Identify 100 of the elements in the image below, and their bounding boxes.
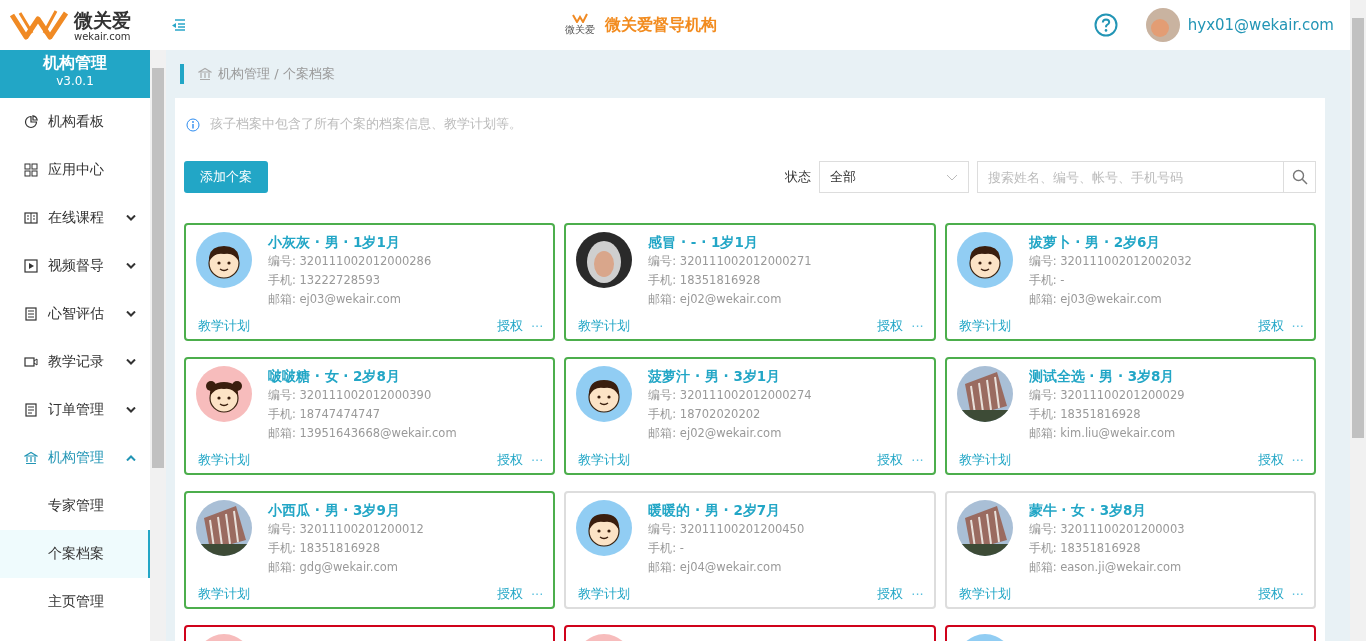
case-id: 编号: 320111002012000274 — [648, 387, 812, 404]
sidebar-item[interactable]: 机构看板 — [0, 98, 150, 146]
add-case-button[interactable]: 添加个案 — [184, 161, 268, 193]
case-title: 小西瓜 · 男 · 3岁9月 — [268, 501, 401, 520]
authorize-link[interactable]: 授权 — [1257, 317, 1284, 335]
menu-icon — [170, 18, 186, 32]
case-phone: 手机: 18702020202 — [648, 406, 762, 423]
teaching-plan-link[interactable]: 教学计划 — [198, 317, 250, 335]
case-card[interactable]: 小灰灰 · 男 · 1岁1月 编号: 320111002012000286 手机: 13222728593 邮箱: ej03@wekair.com 教学计划 授权 ··· — [184, 223, 556, 341]
breadcrumb: 机构管理 / 个案档案 — [218, 65, 335, 83]
more-button[interactable]: ··· — [911, 586, 924, 602]
info-text: 孩子档案中包含了所有个案的档案信息、教学计划等。 — [210, 116, 522, 133]
case-id: 编号: 320111002012002032 — [1028, 253, 1192, 270]
building-photo-placeholder — [196, 500, 252, 556]
brand-mark-text: 微关爱 — [564, 23, 595, 37]
user-email-link[interactable]: hyx01@wekair.com — [1187, 16, 1334, 34]
more-button[interactable]: ··· — [530, 586, 544, 602]
case-card[interactable]: 啵啵糖 · 女 · 2岁8月 编号: 320111002012000390 手机: 18747474747 邮箱: 13951643668@wekair.com 教学计划 授权 ··· — [184, 357, 556, 475]
authorize-link[interactable]: 授权 — [877, 317, 904, 335]
case-title: 小灰灰 · 男 · 1岁1月 — [268, 233, 401, 252]
case-email: 邮箱: ej03@wekair.com — [268, 291, 402, 308]
case-phone: 手机: 13222728593 — [268, 272, 381, 289]
video-camera-icon — [24, 355, 38, 369]
case-id: 编号: 32011100201200029 — [1028, 387, 1185, 404]
sidebar-subitem[interactable]: 专家管理 — [0, 482, 150, 530]
more-button[interactable]: ··· — [911, 452, 924, 468]
sidebar-item[interactable]: 应用中心 — [0, 146, 150, 194]
page-scrollbar[interactable] — [1350, 0, 1366, 641]
case-id: 编号: 32011100201200012 — [268, 521, 424, 538]
sidebar-item[interactable]: 心智评估 — [0, 290, 150, 338]
sidebar-item[interactable]: 机构管理 — [0, 434, 150, 482]
teaching-plan-link[interactable]: 教学计划 — [578, 317, 631, 335]
boy-avatar — [956, 232, 1013, 288]
more-button[interactable]: ··· — [1291, 586, 1304, 602]
case-id: 编号: 32011100201200450 — [648, 521, 805, 538]
case-title: 拔萝卜 · 男 · 2岁6月 — [1028, 233, 1162, 252]
sidebar-item[interactable]: 教学记录 — [0, 338, 150, 386]
bank-icon — [198, 67, 212, 81]
sidebar-title: 机构管理 — [42, 53, 108, 74]
more-button[interactable]: ··· — [911, 318, 924, 334]
status-dropdown[interactable]: 全部 — [819, 161, 969, 193]
more-button[interactable]: ··· — [1291, 452, 1304, 468]
document-icon — [24, 403, 38, 417]
case-title: 测试全选 · 男 · 3岁8月 — [1028, 367, 1176, 386]
boy-avatar — [196, 232, 252, 288]
search-field[interactable]: 搜索姓名、编号、帐号、手机号码 — [977, 161, 1284, 193]
case-card[interactable]: 蒙牛 · 女 · 3岁8月 编号: 32011100201200003 手机: 18351816928 邮箱: eason.ji@wekair.com 教学计划 授权 ··· — [944, 491, 1316, 609]
girl-avatar — [196, 366, 252, 422]
org-title: 微关爱督导机构 — [604, 14, 717, 36]
book-icon — [24, 211, 38, 225]
authorize-link[interactable]: 授权 — [877, 451, 904, 469]
search-button[interactable] — [1284, 161, 1316, 193]
case-card[interactable]: 测试全选 · 男 · 3岁8月 编号: 32011100201200029 手机: 18351816928 邮箱: kim.liu@wekair.com 教学计划 授权 ··· — [944, 357, 1316, 475]
version-label: v3.0.1 — [55, 74, 95, 88]
case-card[interactable]: 暖暖的 · 男 · 2岁7月 编号: 32011100201200450 手机: - 邮箱: ej04@wekair.com 教学计划 授权 ··· — [564, 491, 936, 609]
case-title: 菠萝汁 · 男 · 3岁1月 — [648, 367, 782, 386]
authorize-link[interactable]: 授权 — [1257, 585, 1284, 603]
teaching-plan-link[interactable]: 教学计划 — [958, 317, 1011, 335]
case-card[interactable]: 小西瓜 · 男 · 3岁9月 编号: 32011100201200012 手机: 18351816928 邮箱: gdg@wekair.com 教学计划 授权 ··· — [184, 491, 556, 609]
case-email: 邮箱: gdg@wekair.com — [268, 559, 399, 576]
grid-icon — [24, 163, 38, 177]
more-button[interactable]: ··· — [1291, 318, 1304, 334]
info-icon — [186, 117, 200, 132]
authorize-link[interactable]: 授权 — [1257, 451, 1284, 469]
case-phone: 手机: 18351816928 — [1028, 540, 1142, 557]
teaching-plan-link[interactable]: 教学计划 — [578, 585, 631, 603]
case-email: 邮箱: ej04@wekair.com — [648, 559, 783, 576]
case-title: 蒙牛 · 女 · 3岁8月 — [1028, 501, 1148, 520]
case-phone: 手机: - — [648, 540, 685, 557]
sidebar-item[interactable]: 视频督导 — [0, 242, 150, 290]
case-id: 编号: 32011100201200003 — [1028, 521, 1185, 538]
sidebar-subitem[interactable]: 主页管理 — [0, 578, 150, 626]
case-id: 编号: 320111002012000390 — [268, 387, 433, 404]
logo-domain: wekair.com — [74, 30, 131, 42]
teaching-plan-link[interactable]: 教学计划 — [578, 451, 631, 469]
bank-icon — [24, 451, 38, 465]
case-title: 暖暖的 · 男 · 2岁7月 — [648, 501, 782, 520]
case-id: 编号: 320111002012000271 — [648, 253, 812, 270]
sidebar-scrollbar[interactable] — [150, 50, 166, 641]
teaching-plan-link[interactable]: 教学计划 — [958, 451, 1011, 469]
sidebar-item[interactable]: 在线课程 — [0, 194, 150, 242]
teaching-plan-link[interactable]: 教学计划 — [958, 585, 1011, 603]
help-button[interactable] — [1093, 13, 1118, 37]
case-card[interactable]: 感冒 · - · 1岁1月 编号: 320111002012000271 手机: 18351816928 邮箱: ej02@wekair.com 教学计划 授权 ··· — [564, 223, 936, 341]
sidebar-item[interactable]: 订单管理 — [0, 386, 150, 434]
authorize-link[interactable]: 授权 — [496, 451, 523, 469]
chevron-down-icon — [946, 173, 958, 181]
case-card[interactable]: 菠萝汁 · 男 · 3岁1月 编号: 320111002012000274 手机: 18702020202 邮箱: ej02@wekair.com 教学计划 授权 ··· — [564, 357, 936, 475]
case-card[interactable]: 拔萝卜 · 男 · 2岁6月 编号: 320111002012002032 手机: - 邮箱: ej03@wekair.com 教学计划 授权 ··· — [944, 223, 1316, 341]
case-email: 邮箱: ej02@wekair.com — [648, 425, 783, 442]
authorize-link[interactable]: 授权 — [877, 585, 904, 603]
help-icon — [1093, 13, 1118, 37]
authorize-link[interactable]: 授权 — [496, 585, 523, 603]
more-button[interactable]: ··· — [530, 318, 544, 334]
teaching-plan-link[interactable]: 教学计划 — [198, 585, 250, 603]
authorize-link[interactable]: 授权 — [496, 317, 523, 335]
teaching-plan-link[interactable]: 教学计划 — [198, 451, 250, 469]
more-button[interactable]: ··· — [530, 452, 544, 468]
play-icon — [24, 259, 38, 273]
sidebar-subitem[interactable]: 个案档案 — [0, 530, 150, 578]
